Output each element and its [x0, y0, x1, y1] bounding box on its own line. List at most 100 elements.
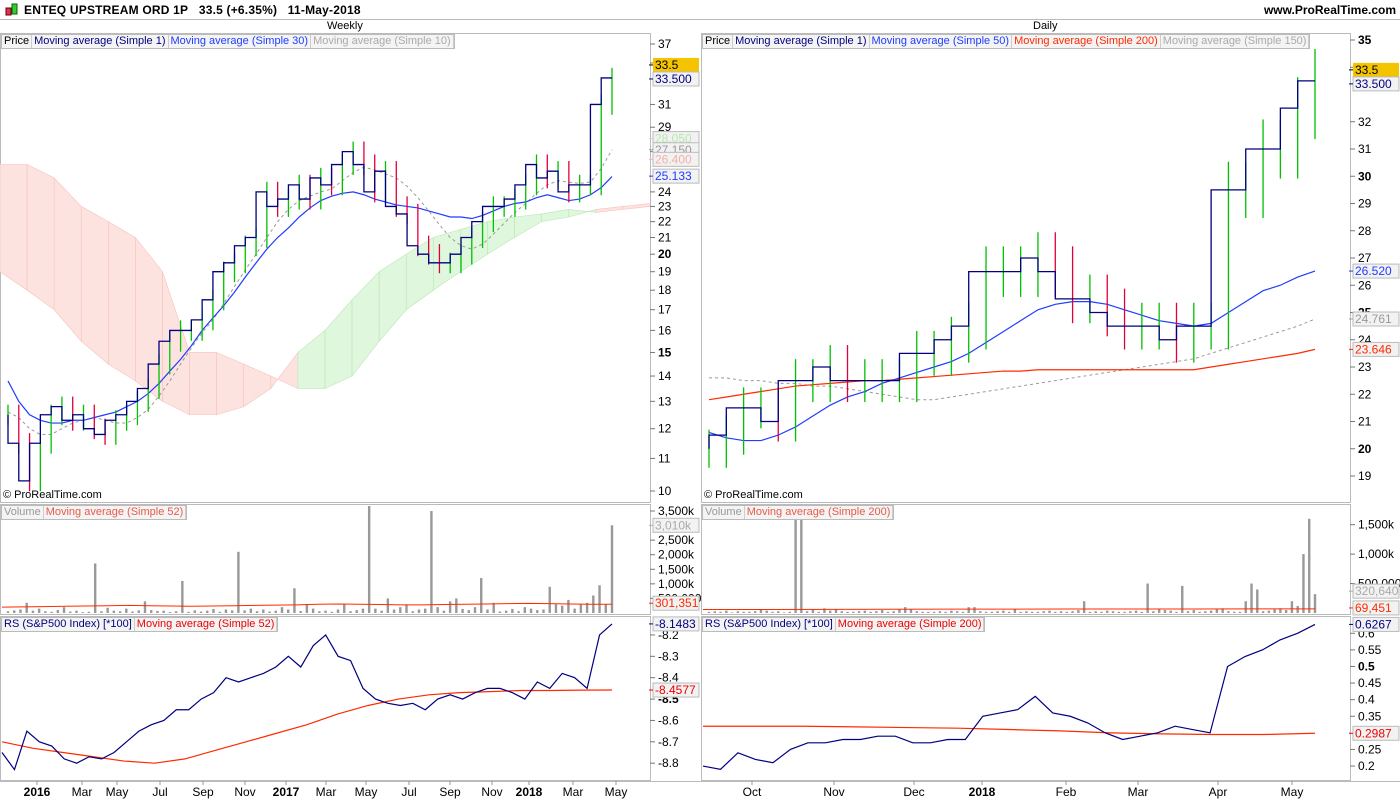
weekly-x-axis-label: May [106, 785, 129, 799]
weekly-x-axis-label: Jul [152, 785, 167, 799]
daily-rs-line [702, 623, 1316, 771]
weekly-volume-bar [542, 609, 545, 613]
daily-volume-bar [863, 610, 867, 613]
daily-volume-bar [869, 611, 872, 613]
weekly-volume-bar [218, 611, 221, 613]
daily-volume-bar [904, 607, 907, 613]
weekly-volume-bar [50, 611, 53, 613]
weekly-volume-bar [579, 604, 583, 613]
daily-price-line [708, 80, 1315, 449]
ichimoku-cloud-segment [595, 206, 624, 213]
weekly-volume-bar [174, 611, 178, 613]
weekly-volume-legend[interactable]: Volume Moving average (Simple 52) [1, 505, 188, 520]
weekly-price-axis-label: 12 [658, 422, 672, 436]
weekly-rs-axis-label: -8.6 [658, 713, 679, 727]
weekly-volume-bar [25, 602, 28, 613]
weekly-volume-bar [318, 611, 321, 613]
ichimoku-cloud-segment [568, 209, 597, 218]
weekly-volume-bar [62, 607, 66, 613]
weekly-price-axis-label: 16 [658, 323, 672, 337]
daily-volume-bar [857, 611, 861, 613]
daily-rs-legend-item[interactable]: Moving average (Simple 200) [836, 618, 985, 631]
weekly-rs-legend-item[interactable]: RS (S&P500 Index) [*100] [2, 618, 135, 631]
weekly-volume-bar [498, 611, 502, 613]
daily-price-legend-item[interactable]: Moving average (Simple 150) [1161, 35, 1310, 48]
daily-volume-bar [955, 611, 959, 613]
weekly-rs-legend-item[interactable]: Moving average (Simple 52) [135, 618, 278, 631]
weekly-volume-bar [156, 610, 159, 613]
daily-ma200-value: 23.646 [1355, 342, 1392, 356]
weekly-volume-axis-label: 3,500k [658, 504, 695, 518]
weekly-rs-legend[interactable]: RS (S&P500 Index) [*100] Moving average (… [1, 617, 279, 632]
daily-price-axis-label: 27 [1358, 251, 1372, 265]
chart-canvas[interactable]: 3735312927242322212019181716151413121110… [0, 0, 1400, 800]
weekly-volume-legend-item[interactable]: Moving average (Simple 52) [44, 506, 187, 519]
daily-price-legend-item[interactable]: Price [703, 35, 734, 48]
ichimoku-cloud-segment [26, 164, 55, 311]
weekly-volume-bar [517, 611, 520, 613]
weekly-volume-bar [249, 608, 253, 613]
daily-rs-legend[interactable]: RS (S&P500 Index) [*100] Moving average (… [702, 617, 986, 632]
daily-volume-bar [1192, 610, 1195, 613]
daily-volume-bar [909, 609, 913, 613]
daily-volume-bar [921, 611, 924, 613]
weekly-volume-bar [162, 610, 165, 613]
daily-rs-axis-label: 0.5 [1358, 659, 1375, 673]
weekly-volume-bar [423, 608, 427, 613]
daily-volume-bar [892, 611, 895, 613]
daily-volume-bar [1227, 611, 1230, 613]
daily-price-legend-item[interactable]: Moving average (Simple 1) [733, 35, 870, 48]
daily-volume-bar [1152, 611, 1155, 613]
daily-rs-legend-item[interactable]: RS (S&P500 Index) [*100] [703, 618, 836, 631]
weekly-price-legend-item[interactable]: Moving average (Simple 10) [311, 35, 454, 48]
weekly-volume-bar [380, 610, 383, 613]
weekly-volume-bar [536, 610, 539, 613]
daily-volume-bar [1204, 611, 1207, 613]
daily-volume-bar [1019, 611, 1022, 613]
daily-price-legend[interactable]: Price Moving average (Simple 1) Moving ave… [702, 34, 1311, 49]
daily-volume-bar [1094, 611, 1097, 613]
ichimoku-cloud-segment [162, 271, 190, 416]
daily-volume-bar [811, 609, 815, 613]
daily-volume-legend[interactable]: Volume Moving average (Simple 200) [702, 505, 895, 520]
weekly-price-legend-item[interactable]: Moving average (Simple 1) [32, 35, 169, 48]
daily-volume-legend-item[interactable]: Moving average (Simple 200) [745, 506, 894, 519]
weekly-last-price-badge: 33.5 [655, 58, 679, 72]
daily-volume-bar [725, 610, 728, 613]
weekly-price-legend-item[interactable]: Price [2, 35, 33, 48]
daily-volume-bar [730, 612, 734, 613]
daily-volume-bar [1157, 609, 1161, 613]
weekly-volume-bar [305, 604, 309, 613]
weekly-price-legend-item[interactable]: Moving average (Simple 30) [169, 35, 312, 48]
daily-volume-ma-line [703, 608, 1316, 610]
daily-price-legend-item[interactable]: Moving average (Simple 50) [870, 35, 1013, 48]
daily-rs-ma-line [703, 725, 1316, 736]
daily-price-legend-item[interactable]: Moving average (Simple 200) [1012, 35, 1161, 48]
weekly-volume-bar [467, 610, 470, 613]
weekly-volume-bar [81, 612, 84, 613]
daily-price-axis-label: 35 [1358, 33, 1372, 47]
weekly-volume-bar [511, 608, 514, 613]
weekly-volume-bar [374, 608, 377, 613]
weekly-volume-bar [567, 599, 570, 613]
weekly-volume-bar [131, 611, 134, 613]
weekly-volume-bar [324, 610, 327, 613]
weekly-volume-bar [336, 609, 340, 613]
daily-volume-axis-label: 1,000k [1358, 547, 1395, 561]
daily-rs-axis-label: 0.35 [1358, 709, 1382, 723]
daily-volume-bar [1106, 610, 1109, 613]
daily-volume-bar [1238, 611, 1242, 613]
daily-volume-bar [950, 610, 953, 613]
weekly-volume-legend-item[interactable]: Volume [2, 506, 44, 519]
daily-price-axis-label: 32 [1358, 115, 1372, 129]
volume-panel-w [0, 504, 651, 615]
daily-rs-axis-label: 0.25 [1358, 742, 1382, 756]
weekly-volume-bar [274, 610, 277, 613]
weekly-price-legend[interactable]: Price Moving average (Simple 1) Moving ave… [1, 34, 455, 49]
weekly-volume-bar [455, 598, 458, 613]
weekly-volume-axis-label: 2,500k [658, 533, 695, 547]
weekly-volume-bar [473, 607, 477, 613]
daily-volume-bar [1233, 611, 1236, 613]
daily-volume-legend-item[interactable]: Volume [703, 506, 745, 519]
weekly-volume-bar [75, 610, 78, 613]
